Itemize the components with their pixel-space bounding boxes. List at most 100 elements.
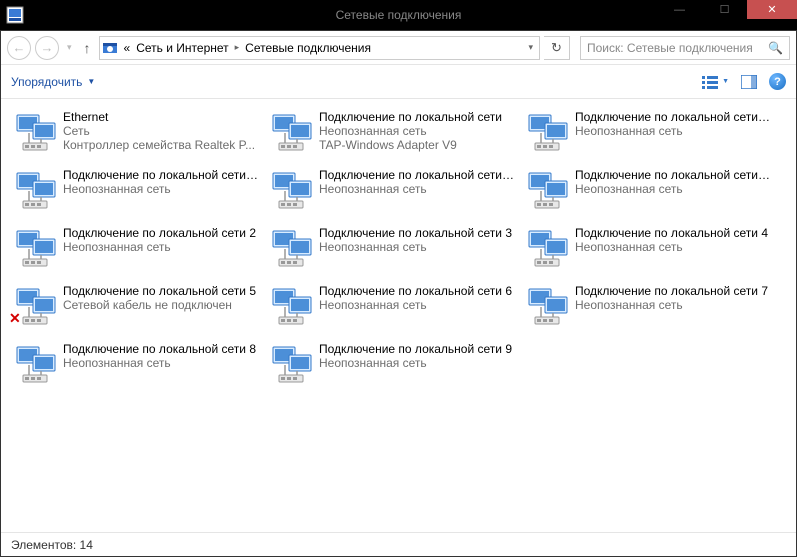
connection-text: Подключение по локальной сети 13Неопозна…: [575, 167, 771, 221]
connection-item[interactable]: Подключение по локальной сети 9Неопознан…: [263, 339, 519, 397]
connection-status: Неопознанная сеть: [575, 124, 771, 138]
connection-name: Подключение по локальной сети 8: [63, 342, 256, 356]
location-icon: [102, 40, 118, 56]
connection-status: Неопознанная сеть: [63, 356, 256, 370]
network-adapter-icon: [523, 167, 569, 213]
network-adapter-icon: [523, 283, 569, 329]
breadcrumb-item[interactable]: Сеть и Интернет: [136, 41, 228, 55]
connection-text: Подключение по локальной сети 10Неопозна…: [575, 109, 771, 163]
network-adapter-icon: [11, 167, 57, 213]
connection-text: Подключение по локальной сети 9Неопознан…: [319, 341, 512, 395]
maximize-button[interactable]: ☐: [702, 0, 747, 19]
connection-status: Неопознанная сеть: [319, 240, 512, 254]
history-dropdown-icon[interactable]: ▾: [67, 42, 72, 53]
connection-text: Подключение по локальной сети 3Неопознан…: [319, 225, 512, 279]
connection-text: Подключение по локальной сети 2Неопознан…: [63, 225, 256, 279]
connection-status: Неопознанная сеть: [319, 124, 502, 138]
connection-text: Подключение по локальной сети 4Неопознан…: [575, 225, 768, 279]
connection-item[interactable]: EthernetСетьКонтроллер семейства Realtek…: [7, 107, 263, 165]
connection-status: Сеть: [63, 124, 255, 138]
connection-item[interactable]: Подключение по локальной сети 8Неопознан…: [7, 339, 263, 397]
forward-button[interactable]: →: [35, 36, 59, 60]
connection-name: Подключение по локальной сети 5: [63, 284, 256, 298]
connection-text: Подключение по локальной сетиНеопознанна…: [319, 109, 502, 163]
search-input[interactable]: Поиск: Сетевые подключения 🔍: [580, 36, 790, 60]
network-adapter-icon: [267, 341, 313, 387]
toolbar: Упорядочить ▼ ▼ ?: [1, 65, 796, 99]
connection-status: Сетевой кабель не подключен: [63, 298, 256, 312]
connection-item[interactable]: Подключение по локальной сети 11Неопозна…: [7, 165, 263, 223]
app-icon: [6, 6, 24, 24]
item-count-label: Элементов: 14: [11, 538, 93, 552]
disconnected-icon: ✕: [9, 310, 21, 327]
items-grid: EthernetСетьКонтроллер семейства Realtek…: [7, 107, 790, 397]
network-adapter-icon: [267, 109, 313, 155]
connection-name: Ethernet: [63, 110, 255, 124]
connection-status: Неопознанная сеть: [63, 182, 259, 196]
connection-name: Подключение по локальной сети 3: [319, 226, 512, 240]
connection-device: Контроллер семейства Realtek P...: [63, 138, 255, 152]
connection-name: Подключение по локальной сети 7: [575, 284, 768, 298]
connection-text: Подключение по локальной сети 5Сетевой к…: [63, 283, 256, 337]
connection-text: Подключение по локальной сети 12Неопозна…: [319, 167, 515, 221]
refresh-button[interactable]: ↻: [544, 36, 570, 60]
chevron-down-icon: ▼: [87, 77, 95, 86]
connection-item[interactable]: Подключение по локальной сети 2Неопознан…: [7, 223, 263, 281]
connection-status: Неопознанная сеть: [575, 240, 768, 254]
search-icon[interactable]: 🔍: [768, 41, 783, 55]
connection-name: Подключение по локальной сети 12: [319, 168, 515, 182]
connection-item[interactable]: Подключение по локальной сети 10Неопозна…: [519, 107, 775, 165]
window: Сетевые подключения — ☐ ✕ ← → ▾ ↑ « Сеть…: [0, 0, 797, 557]
close-button[interactable]: ✕: [747, 0, 797, 19]
connection-text: Подключение по локальной сети 7Неопознан…: [575, 283, 768, 337]
client-area: ← → ▾ ↑ « Сеть и Интернет ▸ Сетевые подк…: [0, 30, 797, 557]
network-adapter-icon: [523, 225, 569, 271]
network-adapter-icon: [267, 225, 313, 271]
address-bar[interactable]: « Сеть и Интернет ▸ Сетевые подключения …: [99, 36, 540, 60]
organize-button[interactable]: Упорядочить ▼: [11, 75, 95, 89]
content-area[interactable]: EthernetСетьКонтроллер семейства Realtek…: [1, 99, 796, 532]
back-button[interactable]: ←: [7, 36, 31, 60]
address-dropdown-icon[interactable]: ▾: [528, 42, 533, 53]
status-bar: Элементов: 14: [1, 532, 796, 556]
window-controls: — ☐ ✕: [657, 0, 797, 30]
network-adapter-icon: [267, 167, 313, 213]
breadcrumb-prefix: «: [124, 41, 131, 55]
connection-text: Подключение по локальной сети 11Неопозна…: [63, 167, 259, 221]
connection-status: Неопознанная сеть: [575, 182, 771, 196]
connection-item[interactable]: Подключение по локальной сетиНеопознанна…: [263, 107, 519, 165]
up-button[interactable]: ↑: [84, 40, 91, 56]
minimize-button[interactable]: —: [657, 0, 702, 19]
connection-status: Неопознанная сеть: [319, 356, 512, 370]
help-button[interactable]: ?: [769, 73, 786, 90]
connection-device: TAP-Windows Adapter V9: [319, 138, 502, 152]
view-mode-button[interactable]: ▼: [702, 75, 729, 89]
connection-item[interactable]: Подключение по локальной сети 13Неопозна…: [519, 165, 775, 223]
titlebar[interactable]: Сетевые подключения — ☐ ✕: [0, 0, 797, 30]
connection-item[interactable]: Подключение по локальной сети 6Неопознан…: [263, 281, 519, 339]
network-adapter-icon: [11, 225, 57, 271]
connection-item[interactable]: Подключение по локальной сети 7Неопознан…: [519, 281, 775, 339]
connection-status: Неопознанная сеть: [319, 298, 512, 312]
nav-bar: ← → ▾ ↑ « Сеть и Интернет ▸ Сетевые подк…: [1, 31, 796, 65]
connection-name: Подключение по локальной сети 11: [63, 168, 259, 182]
connection-name: Подключение по локальной сети 6: [319, 284, 512, 298]
connection-text: EthernetСетьКонтроллер семейства Realtek…: [63, 109, 255, 163]
chevron-right-icon[interactable]: ▸: [235, 42, 240, 53]
connection-text: Подключение по локальной сети 6Неопознан…: [319, 283, 512, 337]
network-adapter-icon: [267, 283, 313, 329]
connection-name: Подключение по локальной сети 4: [575, 226, 768, 240]
breadcrumb-item[interactable]: Сетевые подключения: [245, 41, 371, 55]
connection-text: Подключение по локальной сети 8Неопознан…: [63, 341, 256, 395]
connection-name: Подключение по локальной сети: [319, 110, 502, 124]
connection-name: Подключение по локальной сети 9: [319, 342, 512, 356]
connection-item[interactable]: Подключение по локальной сети 3Неопознан…: [263, 223, 519, 281]
connection-status: Неопознанная сеть: [63, 240, 256, 254]
connection-item[interactable]: Подключение по локальной сети 4Неопознан…: [519, 223, 775, 281]
connection-item[interactable]: Подключение по локальной сети 12Неопозна…: [263, 165, 519, 223]
search-placeholder: Поиск: Сетевые подключения: [587, 41, 768, 55]
connection-name: Подключение по локальной сети 2: [63, 226, 256, 240]
connection-item[interactable]: ✕ Подключение по локальной сети 5Сетевой …: [7, 281, 263, 339]
preview-pane-button[interactable]: [741, 75, 757, 89]
organize-label: Упорядочить: [11, 75, 82, 89]
